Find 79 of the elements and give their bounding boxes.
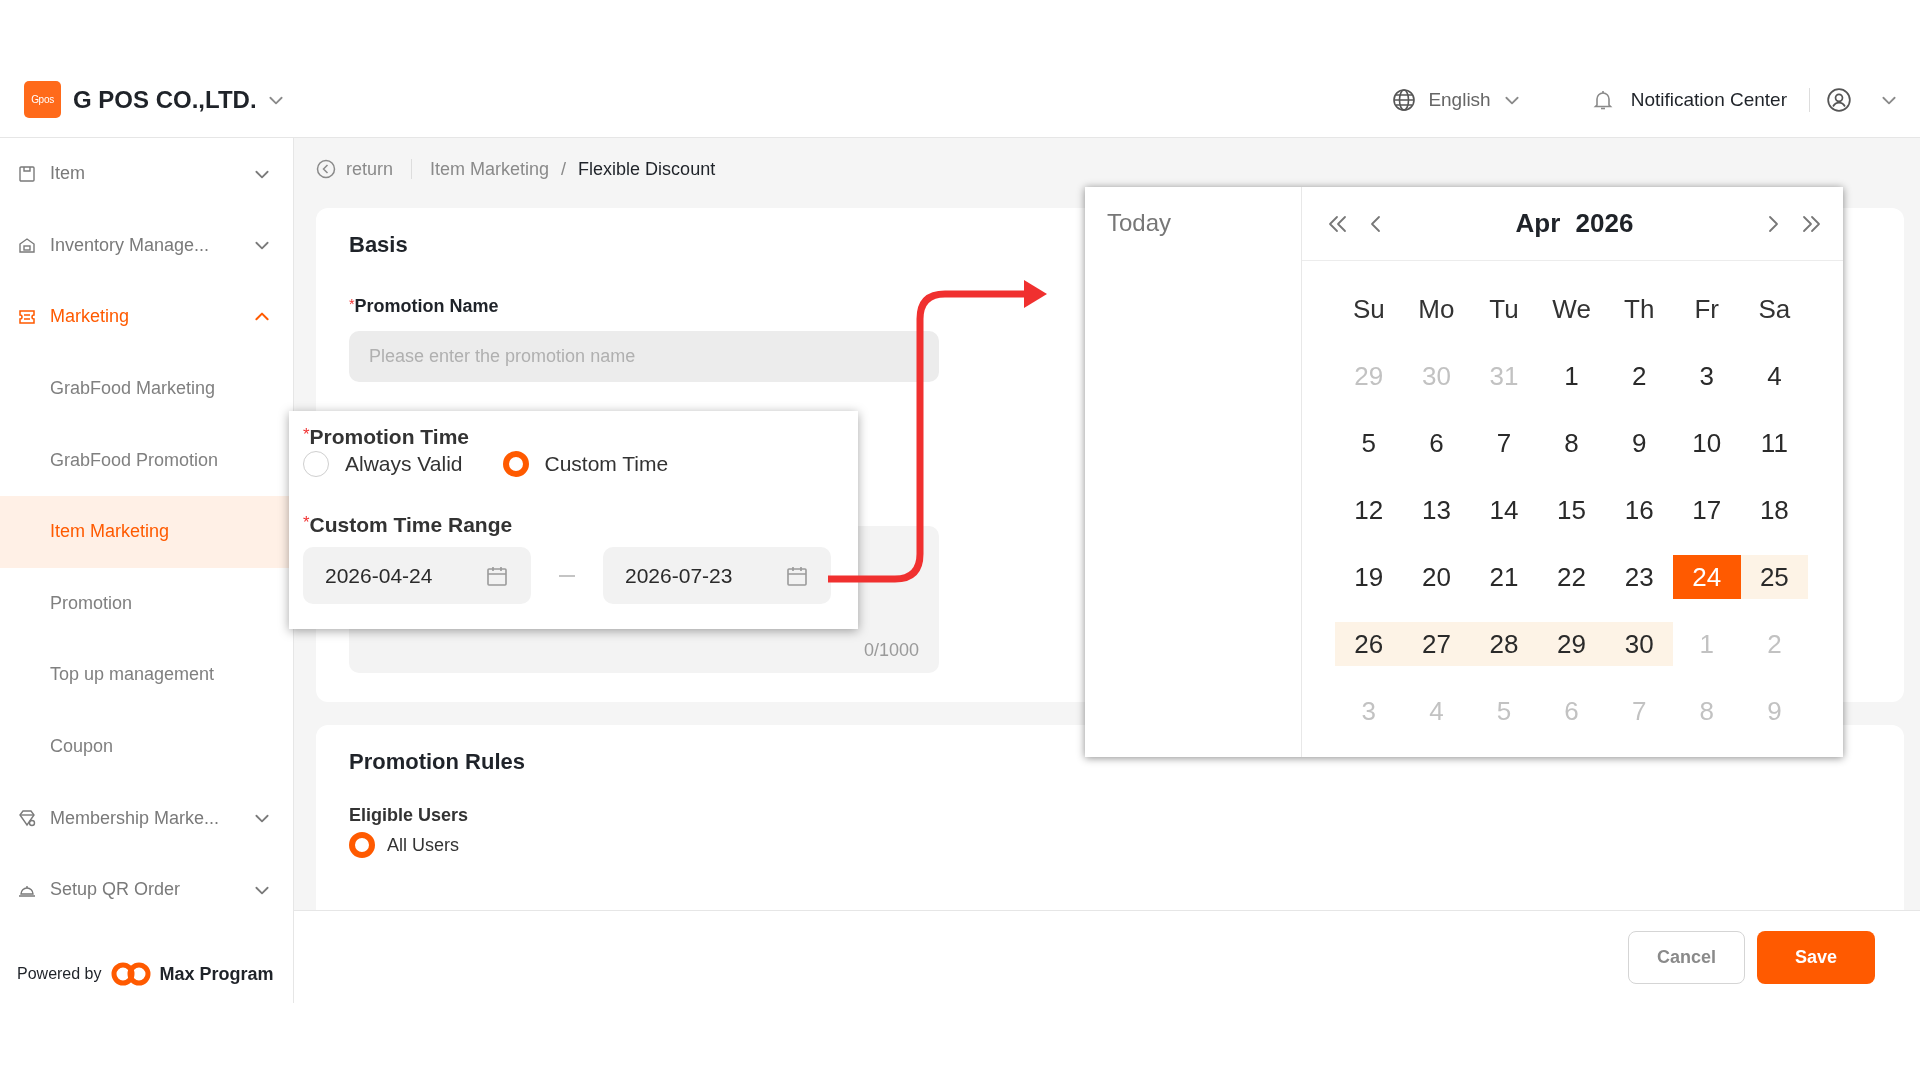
calendar-day[interactable]: 29	[1537, 622, 1606, 666]
calendar-day[interactable]: 10	[1672, 421, 1741, 465]
brand-logo-icon	[109, 961, 152, 987]
sidebar-subitem[interactable]: GrabFood Marketing	[0, 352, 293, 425]
sidebar-item[interactable]: Item	[0, 138, 293, 210]
user-avatar-icon[interactable]	[1826, 86, 1852, 113]
diamond-icon	[18, 809, 36, 828]
sidebar-subitem[interactable]: Top up management	[0, 639, 293, 711]
sidebar-item[interactable]: Inventory Manage...	[0, 209, 293, 282]
weekday-label: Th	[1623, 292, 1656, 326]
calendar-day[interactable]: 8	[1537, 421, 1606, 465]
weekday-label: Sa	[1757, 292, 1792, 326]
weekday-label: Mo	[1417, 292, 1456, 326]
sidebar-subitem[interactable]: Promotion	[0, 567, 293, 640]
box-icon	[18, 164, 36, 183]
ticket-icon	[18, 308, 36, 326]
calendar-day[interactable]: 6	[1402, 421, 1471, 465]
calendar-day[interactable]: 13	[1402, 488, 1471, 532]
calendar-day[interactable]: 1	[1537, 354, 1606, 398]
weekday-label: Tu	[1488, 292, 1520, 326]
radio-label[interactable]: Always Valid	[345, 452, 463, 476]
section-title: Basis	[349, 232, 408, 258]
calendar-day[interactable]: 2	[1605, 354, 1673, 398]
weekday-label: Su	[1351, 292, 1386, 326]
radio-button[interactable]	[502, 451, 529, 477]
calendar-day[interactable]: 9	[1605, 421, 1673, 465]
notification-center-link[interactable]: Notification Center	[1630, 88, 1787, 111]
start-date-field[interactable]: 2026-04-24	[303, 547, 531, 604]
calendar-day[interactable]: 14	[1470, 488, 1538, 532]
calendar-day[interactable]: 30	[1605, 622, 1673, 666]
radio-button[interactable]	[303, 451, 329, 477]
back-icon[interactable]	[316, 159, 336, 179]
section-title: Promotion Rules	[349, 749, 525, 775]
store-icon	[18, 236, 36, 255]
field-label: *Custom Time Range	[303, 513, 513, 537]
calendar-day[interactable]: 25	[1740, 555, 1809, 599]
sidebar-subitem[interactable]: Coupon	[0, 710, 293, 783]
company-name[interactable]: G POS CO.,LTD.	[73, 85, 257, 114]
field-label: *Promotion Name	[349, 296, 499, 317]
breadcrumb-separator: /	[561, 158, 567, 180]
sidebar-item[interactable]: Membership Marke...	[0, 782, 293, 854]
calendar-day[interactable]: 27	[1402, 622, 1471, 666]
breadcrumb-item: Flexible Discount	[578, 158, 716, 180]
calendar-day[interactable]: 28	[1470, 622, 1538, 666]
powered-by-label: Powered by	[17, 965, 102, 983]
calendar-day[interactable]: 12	[1335, 488, 1403, 532]
calendar-day[interactable]: 22	[1537, 555, 1606, 599]
weekday-label: Fr	[1693, 292, 1721, 326]
calendar-day[interactable]: 17	[1672, 488, 1741, 532]
calendar-day[interactable]: 21	[1470, 555, 1538, 599]
field-label: Eligible Users	[349, 805, 469, 826]
calendar-day[interactable]: 11	[1740, 421, 1809, 465]
language-selector[interactable]: English	[1428, 88, 1491, 111]
radio-button[interactable]	[349, 832, 375, 858]
promotion-name-field[interactable]: Please enter the promotion name	[349, 331, 939, 382]
calendar-day[interactable]: 23	[1605, 555, 1673, 599]
calendar-day[interactable]: 3	[1672, 354, 1741, 398]
brand-name: Max Program	[159, 963, 274, 985]
radio-label[interactable]: Custom Time	[544, 452, 669, 476]
calendar-day[interactable]: 4	[1740, 354, 1809, 398]
globe-icon[interactable]	[1392, 87, 1417, 112]
end-date-field[interactable]: 2026-07-23	[603, 547, 831, 604]
month-year-title[interactable]: Apr 2026	[1388, 208, 1761, 239]
sidebar-item[interactable]: Setup QR Order	[0, 853, 293, 926]
calendar-day[interactable]: 15	[1537, 488, 1606, 532]
company-logo: Gpos	[24, 81, 61, 118]
field-label: *Promotion Time	[303, 425, 469, 449]
calendar-day[interactable]: 7	[1470, 421, 1538, 465]
sidebar-subitem[interactable]: GrabFood Promotion	[0, 424, 293, 496]
calendar-day[interactable]: 18	[1740, 488, 1809, 532]
calendar-day[interactable]: 16	[1605, 488, 1673, 532]
weekday-label: We	[1551, 292, 1592, 326]
calendar-day[interactable]: 26	[1335, 622, 1403, 666]
character-counter: 0/1000	[863, 640, 919, 661]
calendar-day[interactable]: 20	[1402, 555, 1471, 599]
calendar-day[interactable]: 19	[1335, 555, 1403, 599]
radio-label[interactable]: All Users	[387, 834, 459, 856]
today-link[interactable]: Today	[1107, 209, 1172, 236]
calendar-day[interactable]: 5	[1335, 421, 1403, 465]
